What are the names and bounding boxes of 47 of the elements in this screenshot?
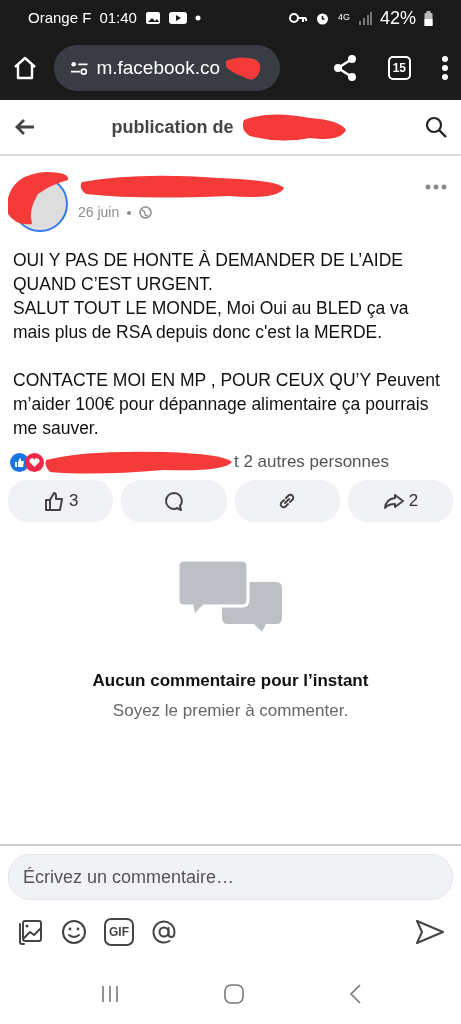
settings-icon (70, 60, 89, 76)
post-text: OUI Y PAS DE HONTE À DEMANDER DE L’AIDE QUAND C’EST URGENT. (13, 249, 404, 296)
comment-icon (162, 490, 185, 512)
menu-icon[interactable] (441, 55, 449, 81)
search-icon[interactable] (425, 116, 447, 138)
reactions-summary[interactable]: t 2 autres personnes (234, 449, 389, 475)
empty-state-subtitle: Soyez le premier à commenter. (112, 699, 349, 722)
like-icon (42, 490, 65, 512)
redacted-avatar-drawing[interactable] (8, 172, 70, 232)
carrier-name: Orange F (28, 7, 92, 28)
back-button-icon[interactable] (347, 983, 362, 1005)
home-icon[interactable] (12, 55, 38, 81)
battery-icon (424, 10, 433, 26)
back-icon[interactable] (14, 118, 36, 136)
share-button[interactable]: 2 (347, 480, 453, 522)
recent-apps-icon[interactable] (99, 984, 120, 1004)
separator-dot-icon (127, 210, 132, 215)
post-date: 26 juin (78, 203, 120, 222)
send-icon[interactable] (415, 919, 445, 945)
signal-icon (357, 11, 372, 25)
battery-level: 42% (379, 6, 416, 30)
gif-button[interactable]: GIF (104, 918, 134, 946)
more-options-icon[interactable] (425, 184, 447, 190)
comment-field[interactable]: Écrivez un commentaire… (8, 854, 453, 900)
post-text: CONTACTE MOI EN MP , POUR CEUX QU’Y Peuvent m’aider 100€ pour dépannage alimentaire ça pourrais me sauver. (13, 369, 441, 440)
like-button[interactable]: 3 (8, 480, 114, 522)
share-icon[interactable] (331, 54, 358, 82)
page-title: publication de (111, 115, 234, 139)
clock-time: 01:40 (99, 7, 137, 28)
tab-count[interactable]: 15 (387, 56, 411, 80)
key-icon (288, 12, 307, 24)
heart-reaction-icon (25, 452, 44, 472)
mention-icon[interactable] (150, 918, 178, 946)
video-icon (168, 11, 187, 25)
chat-bubbles-icon (177, 560, 284, 632)
post-text: SALUT TOUT LE MONDE, Moi Oui au BLED ça va mais plus de RSA depuis donc c'est la MERDE. (13, 297, 410, 344)
network-type: 4G (337, 11, 350, 25)
emoji-icon[interactable] (60, 918, 88, 946)
photo-icon[interactable] (16, 918, 44, 946)
globe-icon (139, 206, 153, 219)
gallery-icon (144, 11, 161, 25)
home-button-icon[interactable] (222, 983, 245, 1005)
url-text: m.facebook.co (96, 55, 220, 80)
empty-state-title: Aucun commentaire pour l’instant (92, 670, 369, 692)
address-bar[interactable]: m.facebook.co (54, 45, 280, 91)
comment-button[interactable] (121, 480, 227, 522)
dot-icon (194, 15, 201, 21)
